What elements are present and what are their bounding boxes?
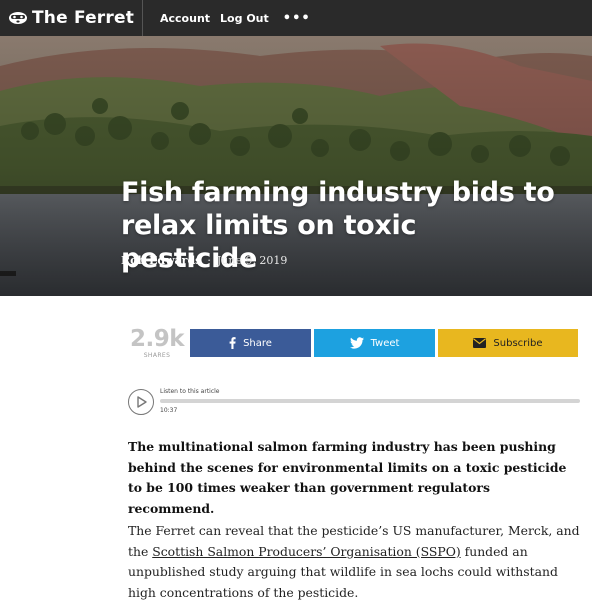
hero-banner: Fish farming industry bids to relax limi… (0, 36, 592, 296)
share-count: 2.9k (129, 326, 185, 352)
twitter-icon (349, 337, 364, 349)
play-button[interactable] (128, 389, 154, 415)
more-menu-button[interactable]: ••• (283, 11, 311, 26)
article-byline: Rob Edwards · June 9, 2019 (121, 254, 287, 267)
article-paragraph: The Ferret can reveal that the pesticide… (128, 521, 580, 603)
share-counter: 2.9k SHARES (128, 327, 186, 359)
publish-date: June 9, 2019 (216, 254, 288, 267)
subscribe-button[interactable]: Subscribe (438, 329, 578, 357)
audio-player: Listen to this article 10:37 (128, 387, 580, 417)
brand-logo-link[interactable]: The Ferret (0, 0, 140, 36)
logout-link[interactable]: Log Out (220, 12, 269, 25)
top-nav-bar: The Ferret Account Log Out ••• (0, 0, 592, 36)
facebook-icon (229, 337, 236, 349)
brand-name[interactable]: The Ferret (32, 8, 134, 28)
nav-links: Account Log Out ••• (143, 11, 311, 26)
audio-label: Listen to this article (160, 388, 220, 395)
share-bar: 2.9k SHARES Share Tweet Subscribe (128, 327, 578, 359)
author-name[interactable]: Rob Edwards (121, 254, 201, 267)
byline-separator: · (207, 254, 211, 267)
subscribe-label: Subscribe (493, 337, 543, 349)
share-count-label: SHARES (143, 352, 171, 359)
play-icon (137, 396, 147, 408)
twitter-share-button[interactable]: Tweet (314, 329, 435, 357)
account-link[interactable]: Account (160, 12, 210, 25)
article-lede: The multinational salmon farming industr… (128, 439, 567, 516)
ferret-icon (9, 12, 27, 24)
audio-progress-bar[interactable] (160, 399, 580, 403)
facebook-share-button[interactable]: Share (190, 329, 311, 357)
facebook-share-label: Share (243, 337, 272, 349)
audio-duration: 10:37 (160, 407, 178, 414)
sspo-link[interactable]: Scottish Salmon Producers’ Organisation … (152, 544, 460, 559)
twitter-share-label: Tweet (370, 337, 400, 349)
envelope-icon (473, 338, 487, 348)
